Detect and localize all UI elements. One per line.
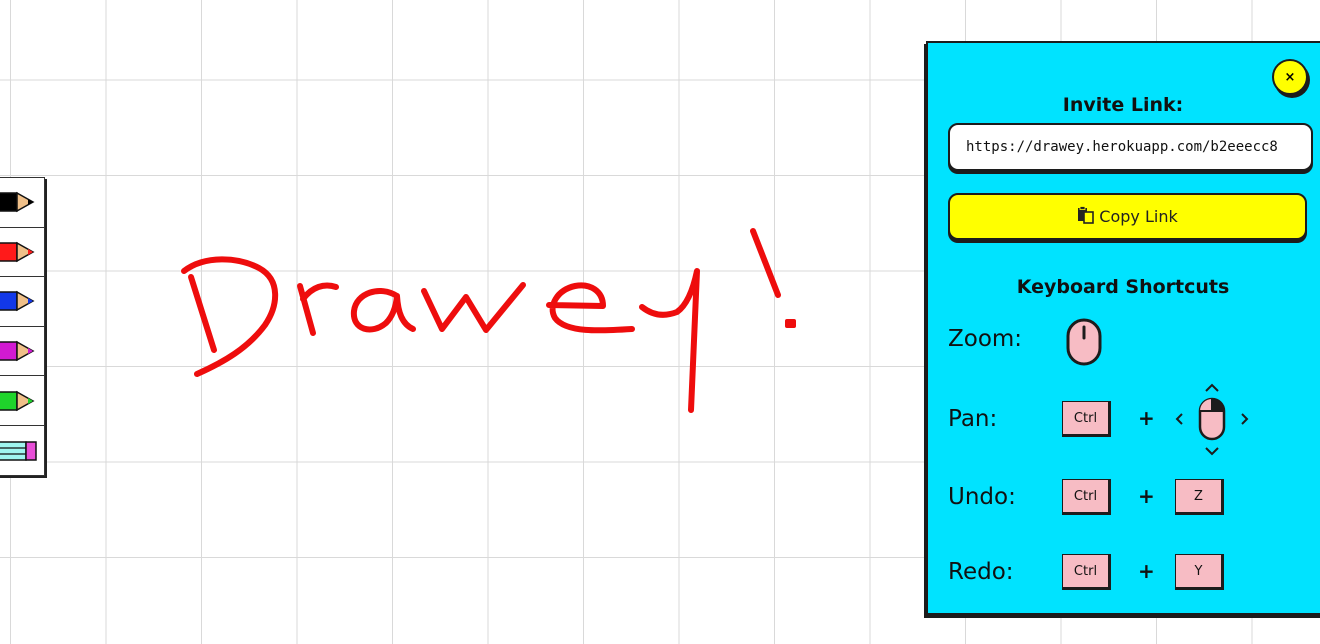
black-pencil-tool[interactable] — [0, 178, 44, 228]
drawn-stroke-d-stem — [188, 274, 217, 353]
ctrl-key: Ctrl — [1062, 554, 1111, 590]
tool-palette — [0, 177, 45, 476]
drawn-dot — [785, 319, 796, 328]
blue-pencil-icon — [0, 291, 35, 312]
drawn-stroke-r — [297, 282, 339, 336]
undo-label: Undo: — [948, 484, 1016, 510]
magenta-pencil-tool[interactable] — [0, 327, 44, 377]
invite-link-input[interactable] — [948, 123, 1313, 171]
drawn-stroke-exclamation — [750, 228, 781, 298]
drawn-stroke-a — [350, 288, 416, 333]
drawn-stroke-w — [421, 282, 526, 333]
black-pencil-icon — [0, 192, 35, 213]
eraser-icon — [0, 441, 37, 461]
mouse-scroll-icon — [1066, 318, 1102, 366]
plus-sign: + — [1138, 406, 1155, 430]
red-pencil-tool[interactable] — [0, 228, 44, 278]
ctrl-key: Ctrl — [1062, 401, 1111, 437]
zoom-label: Zoom: — [948, 326, 1023, 352]
redo-label: Redo: — [948, 559, 1014, 585]
magenta-pencil-icon — [0, 340, 35, 362]
green-pencil-tool[interactable] — [0, 376, 44, 426]
copy-link-button[interactable]: Copy Link — [948, 193, 1307, 240]
plus-sign: + — [1138, 484, 1155, 508]
ctrl-key: Ctrl — [1062, 479, 1111, 515]
red-pencil-icon — [0, 241, 35, 263]
drawn-stroke-e — [546, 282, 635, 334]
green-pencil-icon — [0, 390, 35, 411]
blue-pencil-tool[interactable] — [0, 277, 44, 327]
pan-label: Pan: — [948, 406, 998, 432]
drawn-stroke-d-bowl — [181, 256, 279, 377]
clipboard-icon — [1077, 205, 1095, 228]
keyboard-shortcuts-title: Keyboard Shortcuts — [1016, 276, 1230, 298]
invite-link-title: Invite Link: — [1062, 94, 1184, 116]
drawn-stroke-y — [639, 268, 700, 413]
eraser-tool[interactable] — [0, 426, 44, 476]
mouse-drag-icon — [1175, 383, 1249, 456]
share-panel: × Invite Link: Copy Link Keyboard Shortc… — [926, 41, 1320, 615]
z-key: Z — [1175, 479, 1224, 515]
copy-link-label: Copy Link — [1099, 207, 1178, 226]
y-key: Y — [1175, 554, 1224, 590]
close-button[interactable]: × — [1272, 59, 1308, 95]
plus-sign: + — [1138, 559, 1155, 583]
